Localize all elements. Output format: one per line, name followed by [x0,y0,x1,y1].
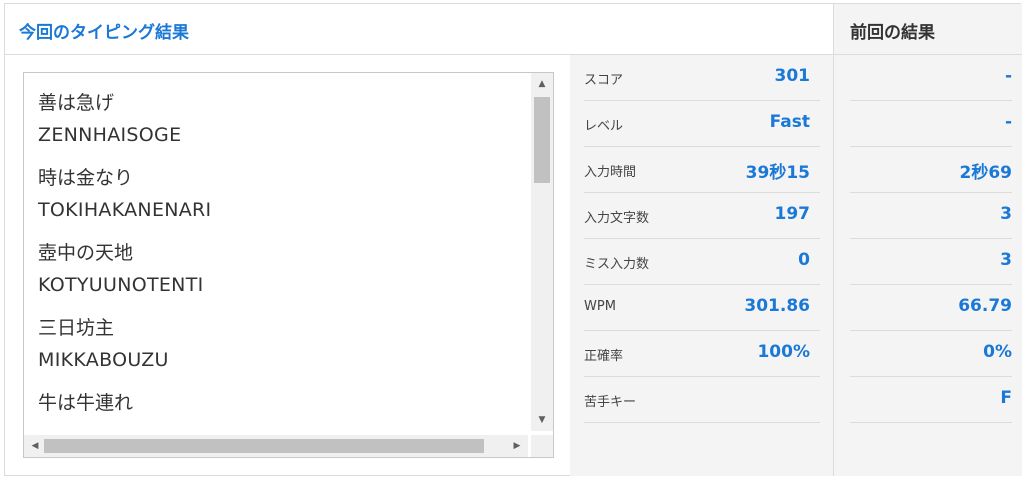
previous-chars-row: 3 [850,193,1012,239]
current-results-header: 今回のタイピング結果 [5,4,833,55]
list-item: 三日坊主 MIKKABOUZU [38,312,528,376]
previous-wpm-value: 66.79 [958,296,1012,316]
previous-miss-row: 3 [850,239,1012,285]
accuracy-value: 100% [757,342,810,362]
word-romaji: MIKKABOUZU [38,349,169,371]
scroll-left-icon[interactable]: ◀ [26,435,44,457]
horizontal-scroll-thumb[interactable] [44,439,484,453]
typed-words-viewport: 善は急げ ZENNHAISOGE 時は金なり TOKIHAKANENARI 壺中… [24,73,528,431]
chars-value: 197 [774,204,811,224]
score-value: 301 [774,66,811,86]
wpm-label: WPM [584,299,616,314]
previous-results-title: 前回の結果 [850,23,935,43]
previous-level-row: - [850,101,1012,147]
scroll-down-icon[interactable]: ▼ [531,411,553,429]
accuracy-label: 正確率 [584,349,624,364]
word-japanese: 時は金なり [38,167,134,189]
wpm-row: WPM 301.86 [584,285,820,331]
horizontal-scrollbar[interactable]: ◀ ▶ [24,435,528,457]
time-label: 入力時間 [584,165,637,180]
scroll-right-icon[interactable]: ▶ [508,435,526,457]
miss-row: ミス入力数 0 [584,239,820,285]
miss-label: ミス入力数 [584,257,650,272]
score-label: スコア [584,73,624,88]
list-item: 牛は牛連れ [38,387,528,419]
time-value: 39秒15 [745,163,810,183]
word-japanese: 三日坊主 [38,317,115,339]
word-japanese: 善は急げ [38,92,115,114]
chars-label: 入力文字数 [584,211,650,226]
typed-words-list[interactable]: 善は急げ ZENNHAISOGE 時は金なり TOKIHAKANENARI 壺中… [23,72,554,458]
previous-accuracy-value: 0% [983,342,1012,362]
word-romaji: KOTYUUNOTENTI [38,274,204,296]
previous-level-value: - [1004,112,1012,132]
current-stats-table: スコア 301 レベル Fast 入力時間 39秒15 入力文字数 197 ミス… [570,55,833,476]
weak-keys-row: 苦手キー [584,377,820,423]
previous-results-header: 前回の結果 [833,4,1022,55]
previous-weak-keys-value: F [1000,388,1012,408]
scrollbar-corner [531,435,553,457]
previous-results-column: - - 2秒69 3 3 66.79 0% F [833,55,1022,476]
level-label: レベル [584,119,624,134]
level-row: レベル Fast [584,101,820,147]
vertical-scroll-thumb[interactable] [534,97,550,183]
previous-time-value: 2秒69 [959,163,1013,183]
list-item: 壺中の天地 KOTYUUNOTENTI [38,237,528,301]
previous-chars-value: 3 [1000,204,1012,224]
previous-wpm-row: 66.79 [850,285,1012,331]
chars-row: 入力文字数 197 [584,193,820,239]
vertical-scrollbar[interactable]: ▲ ▼ [531,73,553,431]
previous-miss-value: 3 [1000,250,1012,270]
word-japanese: 牛は牛連れ [38,392,134,414]
weak-keys-label: 苦手キー [584,395,637,410]
miss-value: 0 [798,250,810,270]
word-romaji: TOKIHAKANENARI [38,199,212,221]
previous-score-value: - [1004,66,1012,86]
results-panel: 今回のタイピング結果 前回の結果 - - 2秒69 3 3 66.79 0% F [4,3,1022,476]
list-item: 善は急げ ZENNHAISOGE [38,87,528,151]
previous-time-row: 2秒69 [850,147,1012,193]
current-results-title: 今回のタイピング結果 [19,23,189,43]
accuracy-row: 正確率 100% [584,331,820,377]
previous-score-row: - [850,55,1012,101]
previous-accuracy-row: 0% [850,331,1012,377]
word-romaji: ZENNHAISOGE [38,124,182,146]
time-row: 入力時間 39秒15 [584,147,820,193]
wpm-value: 301.86 [744,296,810,316]
scroll-up-icon[interactable]: ▲ [531,75,553,93]
score-row: スコア 301 [584,55,820,101]
previous-weak-keys-row: F [850,377,1012,423]
list-item: 時は金なり TOKIHAKANENARI [38,162,528,226]
level-value: Fast [769,112,810,132]
word-japanese: 壺中の天地 [38,242,134,264]
